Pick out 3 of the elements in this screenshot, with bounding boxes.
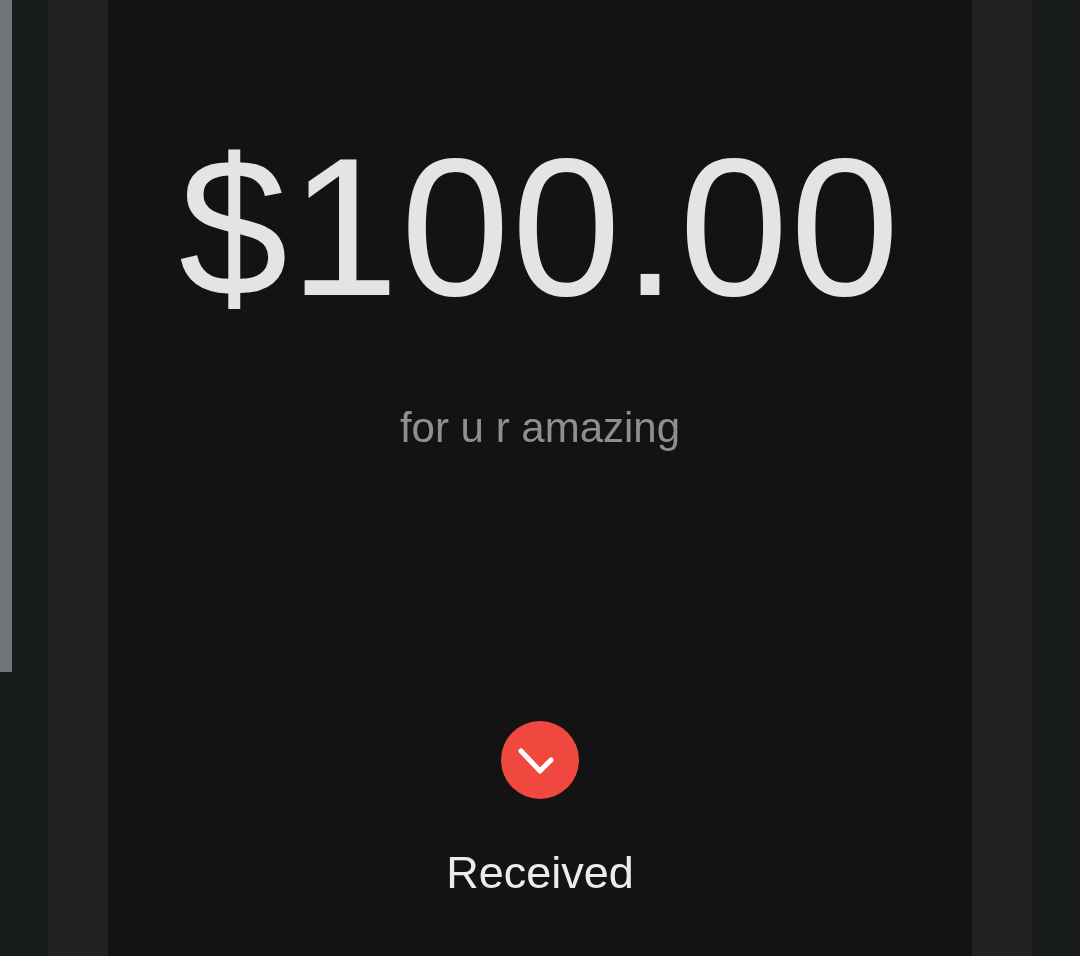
amount-text: $100.00 — [178, 130, 902, 326]
payment-note: for u r amazing — [399, 403, 681, 453]
status-text: Received — [446, 846, 634, 900]
